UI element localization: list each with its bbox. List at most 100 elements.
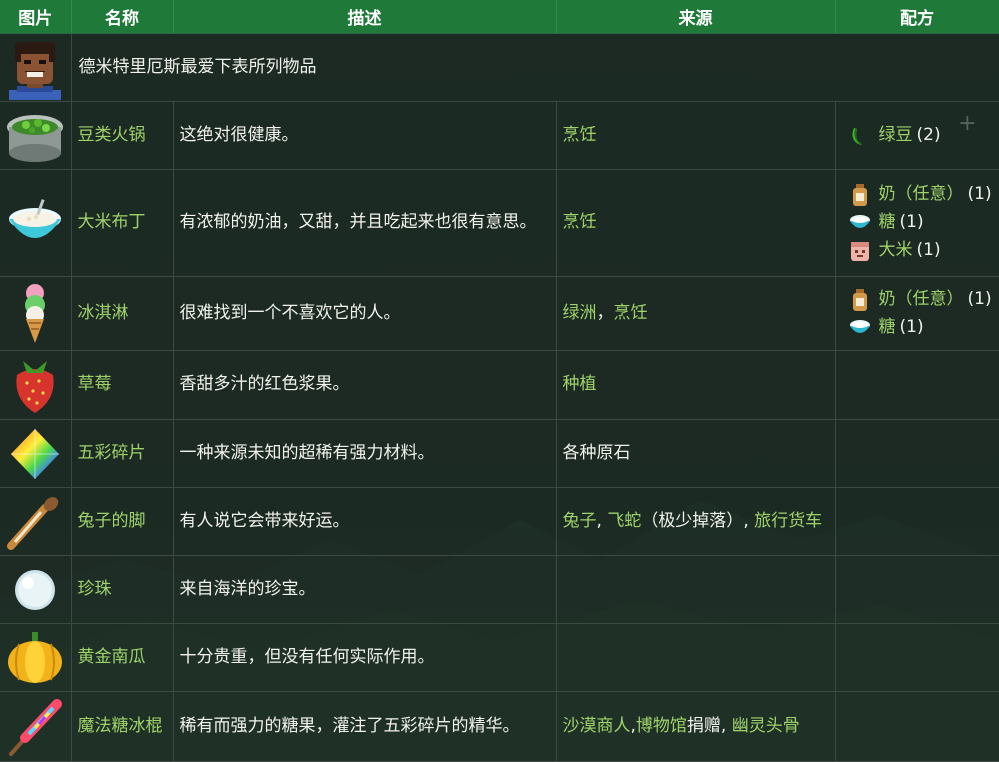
item-name[interactable]: 冰淇淋: [71, 276, 174, 351]
item-name[interactable]: 草莓: [71, 350, 174, 420]
table-row: 豆类火锅 这绝对很健康。 烹饪 绿豆 (2) +: [0, 101, 999, 170]
item-description: 十分贵重，但没有任何实际作用。: [173, 623, 557, 692]
item-name[interactable]: 五彩碎片: [71, 419, 174, 488]
item-image-cell: [0, 555, 72, 624]
ingredient-name: 糖: [878, 212, 896, 233]
source-link[interactable]: 博物馆: [636, 716, 687, 736]
recipe-ingredient[interactable]: 奶（任意） (1): [848, 288, 993, 312]
item-description: 这绝对很健康。: [173, 101, 557, 170]
item-image-cell: [0, 487, 72, 556]
source-link[interactable]: 烹饪: [563, 212, 597, 232]
ingredient-qty: (1): [899, 212, 924, 233]
item-name[interactable]: 兔子的脚: [71, 487, 174, 556]
source-separator: ，: [596, 302, 614, 323]
recipe-ingredient[interactable]: 奶（任意） (1): [848, 183, 993, 207]
ingredient-name: 大米: [878, 240, 913, 261]
item-image-cell: [0, 691, 72, 762]
portrait-cell: [0, 33, 72, 102]
sugar-icon: [849, 215, 870, 228]
table-row: 大米布丁 有浓郁的奶油，又甜，并且吃起来也很有意思。 烹饪 奶（任意） (1) …: [0, 169, 999, 277]
header-recipe: 配方: [835, 0, 999, 34]
item-source: 烹饪: [556, 101, 836, 170]
item-image-cell: [0, 169, 72, 277]
table-row: 黄金南瓜 十分贵重，但没有任何实际作用。: [0, 623, 999, 692]
milk-jug-icon: [852, 288, 867, 311]
item-description: 有人说它会带来好运。: [173, 487, 557, 556]
ingredient-qty: (1): [967, 288, 992, 309]
item-name[interactable]: 珍珠: [71, 555, 174, 624]
source-separator: ,: [596, 510, 608, 531]
page: 图片 名称 描述 来源 配方 德米特里厄斯最爱下表所列物品 豆类火锅 这绝对很健…: [0, 0, 999, 762]
green-bean-icon: [851, 127, 862, 145]
header-description: 描述: [173, 0, 557, 34]
item-source: 种植: [556, 350, 836, 420]
header-name: 名称: [71, 0, 174, 34]
sugar-icon: [849, 319, 870, 333]
rice-icon: [850, 242, 869, 261]
magic-rock-candy-icon: [9, 698, 63, 756]
table-row: 冰淇淋 很难找到一个不喜欢它的人。 绿洲，烹饪 奶（任意） (1) 糖 (1): [0, 276, 999, 351]
item-name[interactable]: 魔法糖冰棍: [71, 691, 174, 762]
item-description: 很难找到一个不喜欢它的人。: [173, 276, 557, 351]
item-name[interactable]: 豆类火锅: [71, 101, 174, 170]
source-link[interactable]: 旅行货车: [754, 511, 822, 531]
ice-cream-icon: [25, 283, 46, 343]
header-image: 图片: [0, 0, 72, 34]
plus-icon: +: [958, 111, 977, 136]
source-text: 各种原石: [562, 442, 631, 463]
source-link[interactable]: 种植: [563, 374, 597, 394]
item-source: [556, 623, 836, 692]
demetrius-portrait: [9, 41, 62, 100]
recipe-ingredient[interactable]: 糖 (1): [848, 316, 993, 340]
source-separator: ,: [720, 715, 732, 736]
item-recipe: 奶（任意） (1) 糖 (1): [835, 276, 999, 351]
ingredient-qty: (1): [967, 184, 992, 205]
source-link[interactable]: 飞蛇: [607, 511, 641, 531]
item-recipe: [835, 487, 999, 556]
recipe-ingredient[interactable]: 糖 (1): [848, 211, 993, 235]
item-recipe: [835, 691, 999, 762]
item-recipe: 绿豆 (2) +: [835, 101, 999, 170]
golden-pumpkin-icon: [8, 631, 63, 683]
item-name[interactable]: 大米布丁: [71, 169, 174, 277]
item-recipe: 奶（任意） (1) 糖 (1): [835, 169, 999, 277]
source-link[interactable]: 绿洲: [563, 303, 597, 323]
ingredient-qty: (1): [916, 240, 941, 261]
ingredient-name: 奶（任意）: [878, 184, 964, 205]
ingredient-name: 糖: [878, 316, 896, 337]
item-source: 各种原石: [556, 419, 836, 488]
rice-pudding-icon: [9, 199, 62, 238]
item-image-cell: [0, 623, 72, 692]
item-description: 一种来源未知的超稀有强力材料。: [173, 419, 557, 488]
item-recipe: [835, 350, 999, 420]
milk-jug-icon: [852, 184, 867, 206]
item-description: 来自海洋的珍宝。: [173, 555, 557, 624]
recipe-ingredient[interactable]: 大米 (1): [848, 239, 993, 263]
ingredient-name: 奶（任意）: [878, 288, 964, 309]
source-text: 捐赠: [686, 715, 721, 736]
preferences-table: 图片 名称 描述 来源 配方 德米特里厄斯最爱下表所列物品 豆类火锅 这绝对很健…: [0, 0, 999, 762]
table-row: 兔子的脚 有人说它会带来好运。 兔子, 飞蛇（极少掉落）, 旅行货车: [0, 487, 999, 556]
item-source: 兔子, 飞蛇（极少掉落）, 旅行货车: [556, 487, 836, 556]
item-source: 烹饪: [556, 169, 836, 277]
item-image-cell: [0, 419, 72, 488]
table-row: 魔法糖冰棍 稀有而强力的糖果，灌注了五彩碎片的精华。 沙漠商人,博物馆捐赠, 幽…: [0, 691, 999, 762]
rabbits-foot-icon: [7, 496, 59, 550]
item-source: [556, 555, 836, 624]
source-link[interactable]: 兔子: [563, 511, 597, 531]
item-name[interactable]: 黄金南瓜: [71, 623, 174, 692]
pearl-icon: [15, 569, 56, 610]
item-image-cell: [0, 350, 72, 420]
source-link[interactable]: 烹饪: [563, 125, 597, 145]
strawberry-icon: [16, 361, 54, 413]
ingredient-qty: (2): [916, 124, 941, 145]
source-link[interactable]: 沙漠商人: [563, 716, 631, 736]
source-separator: ,: [743, 510, 755, 531]
item-image-cell: [0, 276, 72, 351]
source-link[interactable]: 烹饪: [614, 303, 648, 323]
table-row: 草莓 香甜多汁的红色浆果。 种植: [0, 350, 999, 420]
intro-text: 德米特里厄斯最爱下表所列物品: [71, 33, 999, 102]
item-description: 稀有而强力的糖果，灌注了五彩碎片的精华。: [173, 691, 557, 762]
source-link[interactable]: 幽灵头骨: [732, 716, 800, 736]
item-description: 有浓郁的奶油，又甜，并且吃起来也很有意思。: [173, 169, 557, 277]
